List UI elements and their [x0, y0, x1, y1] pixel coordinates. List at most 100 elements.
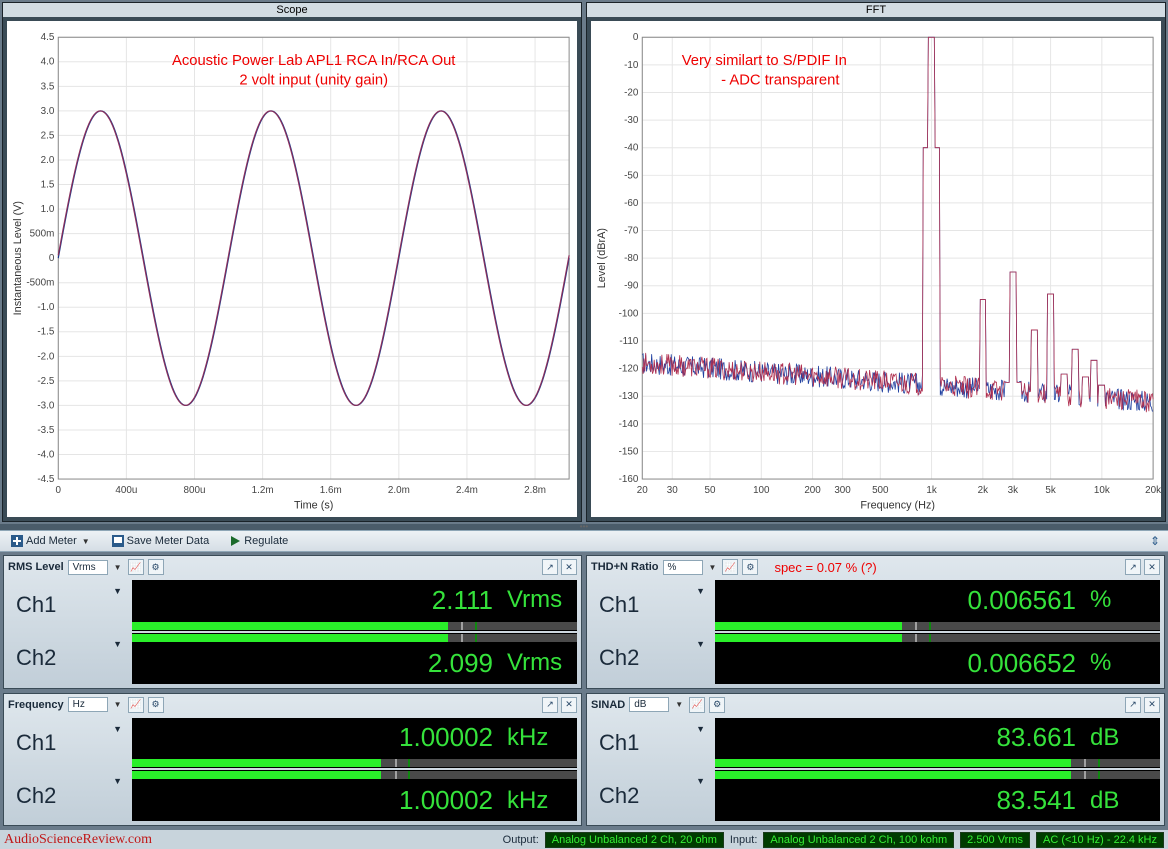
thdn-ch2-unit: %	[1090, 649, 1150, 677]
input-label: Input:	[730, 834, 758, 846]
svg-text:3.5: 3.5	[41, 81, 55, 92]
svg-text:1.0: 1.0	[41, 204, 55, 215]
rms-ch1-unit: Vrms	[507, 586, 567, 614]
rms-ch1-label[interactable]: Ch1▼	[8, 580, 128, 631]
graph-icon[interactable]: 📈	[722, 559, 738, 575]
rms-ch2-label[interactable]: Ch2▼	[8, 633, 128, 684]
expand-icon[interactable]: ⇕	[1146, 534, 1164, 548]
freq-ch1-display: 1.00002 kHz	[132, 718, 577, 769]
popout-icon[interactable]: ↗	[542, 559, 558, 575]
svg-text:-1.5: -1.5	[37, 327, 55, 338]
svg-text:2 volt input (unity gain): 2 volt input (unity gain)	[239, 73, 388, 89]
gear-icon[interactable]: ⚙	[148, 697, 164, 713]
sinad-ch2-display: 83.541dB	[715, 770, 1160, 821]
thdn-ch1-label[interactable]: Ch1▼	[591, 580, 711, 631]
graph-icon[interactable]: 📈	[689, 697, 705, 713]
chevron-down-icon: ▼	[113, 639, 122, 649]
svg-text:-3.0: -3.0	[37, 400, 55, 411]
fft-title: FFT	[587, 3, 1165, 17]
thdn-meter-name: THD+N Ratio	[591, 561, 659, 573]
svg-text:4.0: 4.0	[41, 57, 55, 68]
svg-text:3.0: 3.0	[41, 106, 55, 117]
freq-ch1-unit: kHz	[507, 724, 567, 752]
level-value[interactable]: 2.500 Vrms	[960, 832, 1030, 848]
thdn-ch1-display: 0.006561%	[715, 580, 1160, 631]
thdn-ch2-display: 0.006652%	[715, 633, 1160, 684]
svg-text:-100: -100	[619, 308, 639, 319]
play-icon	[229, 535, 241, 547]
scope-chart[interactable]: -4.5-4.0-3.5-3.0-2.5-2.0-1.5-1.0-500m050…	[7, 21, 577, 517]
rms-ch1-value: 2.111	[432, 585, 493, 616]
thdn-ch1-unit: %	[1090, 586, 1150, 614]
save-meter-button[interactable]: Save Meter Data	[105, 533, 217, 549]
svg-text:2.5: 2.5	[41, 130, 55, 141]
svg-text:2.4m: 2.4m	[456, 485, 478, 496]
svg-text:1.2m: 1.2m	[252, 485, 274, 496]
sinad-unit-select[interactable]: dB	[629, 697, 669, 712]
save-icon	[112, 535, 124, 547]
thdn-meter: THD+N Ratio % ▼ 📈 ⚙ spec = 0.07 % (?) ↗ …	[586, 555, 1165, 689]
graph-icon[interactable]: 📈	[128, 559, 144, 575]
close-icon[interactable]: ✕	[1144, 697, 1160, 713]
sinad-ch1-label[interactable]: Ch1▼	[591, 718, 711, 769]
freq-meter: Frequency Hz ▼ 📈 ⚙ ↗ ✕ Ch1▼ 1.00002kHz	[3, 693, 582, 827]
graph-icon[interactable]: 📈	[128, 697, 144, 713]
scope-title: Scope	[3, 3, 581, 17]
svg-text:-500m: -500m	[26, 278, 54, 289]
svg-text:1k: 1k	[926, 485, 936, 496]
fft-chart[interactable]: -160-150-140-130-120-110-100-90-80-70-60…	[591, 21, 1161, 517]
input-value[interactable]: Analog Unbalanced 2 Ch, 100 kohm	[763, 832, 954, 848]
thdn-annotation: spec = 0.07 % (?)	[774, 560, 876, 575]
add-meter-button[interactable]: Add Meter ▼	[4, 533, 99, 549]
chevron-down-icon: ▼	[696, 724, 705, 734]
svg-text:Very similart to S/PDIF In: Very similart to S/PDIF In	[682, 53, 847, 69]
freq-ch2-unit: kHz	[507, 787, 567, 815]
svg-text:Instantaneous Level (V): Instantaneous Level (V)	[12, 201, 24, 315]
thdn-ch2-label[interactable]: Ch2▼	[591, 633, 711, 684]
meter-toolbar: Add Meter ▼ Save Meter Data Regulate ⇕	[0, 530, 1168, 552]
freq-unit-select[interactable]: Hz	[68, 697, 108, 712]
chevron-down-icon: ▼	[696, 586, 705, 596]
freq-ch1-label[interactable]: Ch1▼	[8, 718, 128, 769]
gear-icon[interactable]: ⚙	[709, 697, 725, 713]
close-icon[interactable]: ✕	[561, 559, 577, 575]
chevron-down-icon: ▼	[113, 586, 122, 596]
close-icon[interactable]: ✕	[1144, 559, 1160, 575]
svg-text:2k: 2k	[978, 485, 988, 496]
chevron-down-icon: ▼	[113, 724, 122, 734]
svg-text:-60: -60	[624, 198, 639, 209]
svg-text:-130: -130	[619, 391, 639, 402]
thdn-ch1-value: 0.006561	[968, 585, 1076, 616]
thdn-unit-select[interactable]: %	[663, 560, 703, 575]
close-icon[interactable]: ✕	[561, 697, 577, 713]
rms-unit-select[interactable]: Vrms	[68, 560, 108, 575]
freq-ch1-value: 1.00002	[399, 722, 493, 753]
watermark-text: AudioScienceReview.com	[4, 832, 152, 848]
output-value[interactable]: Analog Unbalanced 2 Ch, 20 ohm	[545, 832, 724, 848]
rms-ch1-display: 2.111 Vrms	[132, 580, 577, 631]
bandwidth-value[interactable]: AC (<10 Hz) - 22.4 kHz	[1036, 832, 1164, 848]
svg-text:- ADC transparent: - ADC transparent	[721, 73, 839, 89]
rms-ch2-unit: Vrms	[507, 649, 567, 677]
gear-icon[interactable]: ⚙	[742, 559, 758, 575]
freq-ch2-value: 1.00002	[399, 785, 493, 816]
svg-text:1.5: 1.5	[41, 179, 55, 190]
save-meter-label: Save Meter Data	[127, 535, 210, 547]
popout-icon[interactable]: ↗	[542, 697, 558, 713]
plus-icon	[11, 535, 23, 547]
svg-text:30: 30	[667, 485, 678, 496]
gear-icon[interactable]: ⚙	[148, 559, 164, 575]
popout-icon[interactable]: ↗	[1125, 697, 1141, 713]
svg-text:-10: -10	[624, 60, 639, 71]
regulate-button[interactable]: Regulate	[222, 533, 295, 549]
svg-text:-80: -80	[624, 253, 639, 264]
svg-text:500: 500	[872, 485, 889, 496]
svg-text:1.6m: 1.6m	[320, 485, 342, 496]
svg-text:-150: -150	[619, 446, 639, 457]
sinad-ch2-label[interactable]: Ch2▼	[591, 770, 711, 821]
svg-text:-40: -40	[624, 143, 639, 154]
freq-ch2-label[interactable]: Ch2▼	[8, 770, 128, 821]
svg-text:800u: 800u	[184, 485, 206, 496]
output-label: Output:	[503, 834, 539, 846]
popout-icon[interactable]: ↗	[1125, 559, 1141, 575]
